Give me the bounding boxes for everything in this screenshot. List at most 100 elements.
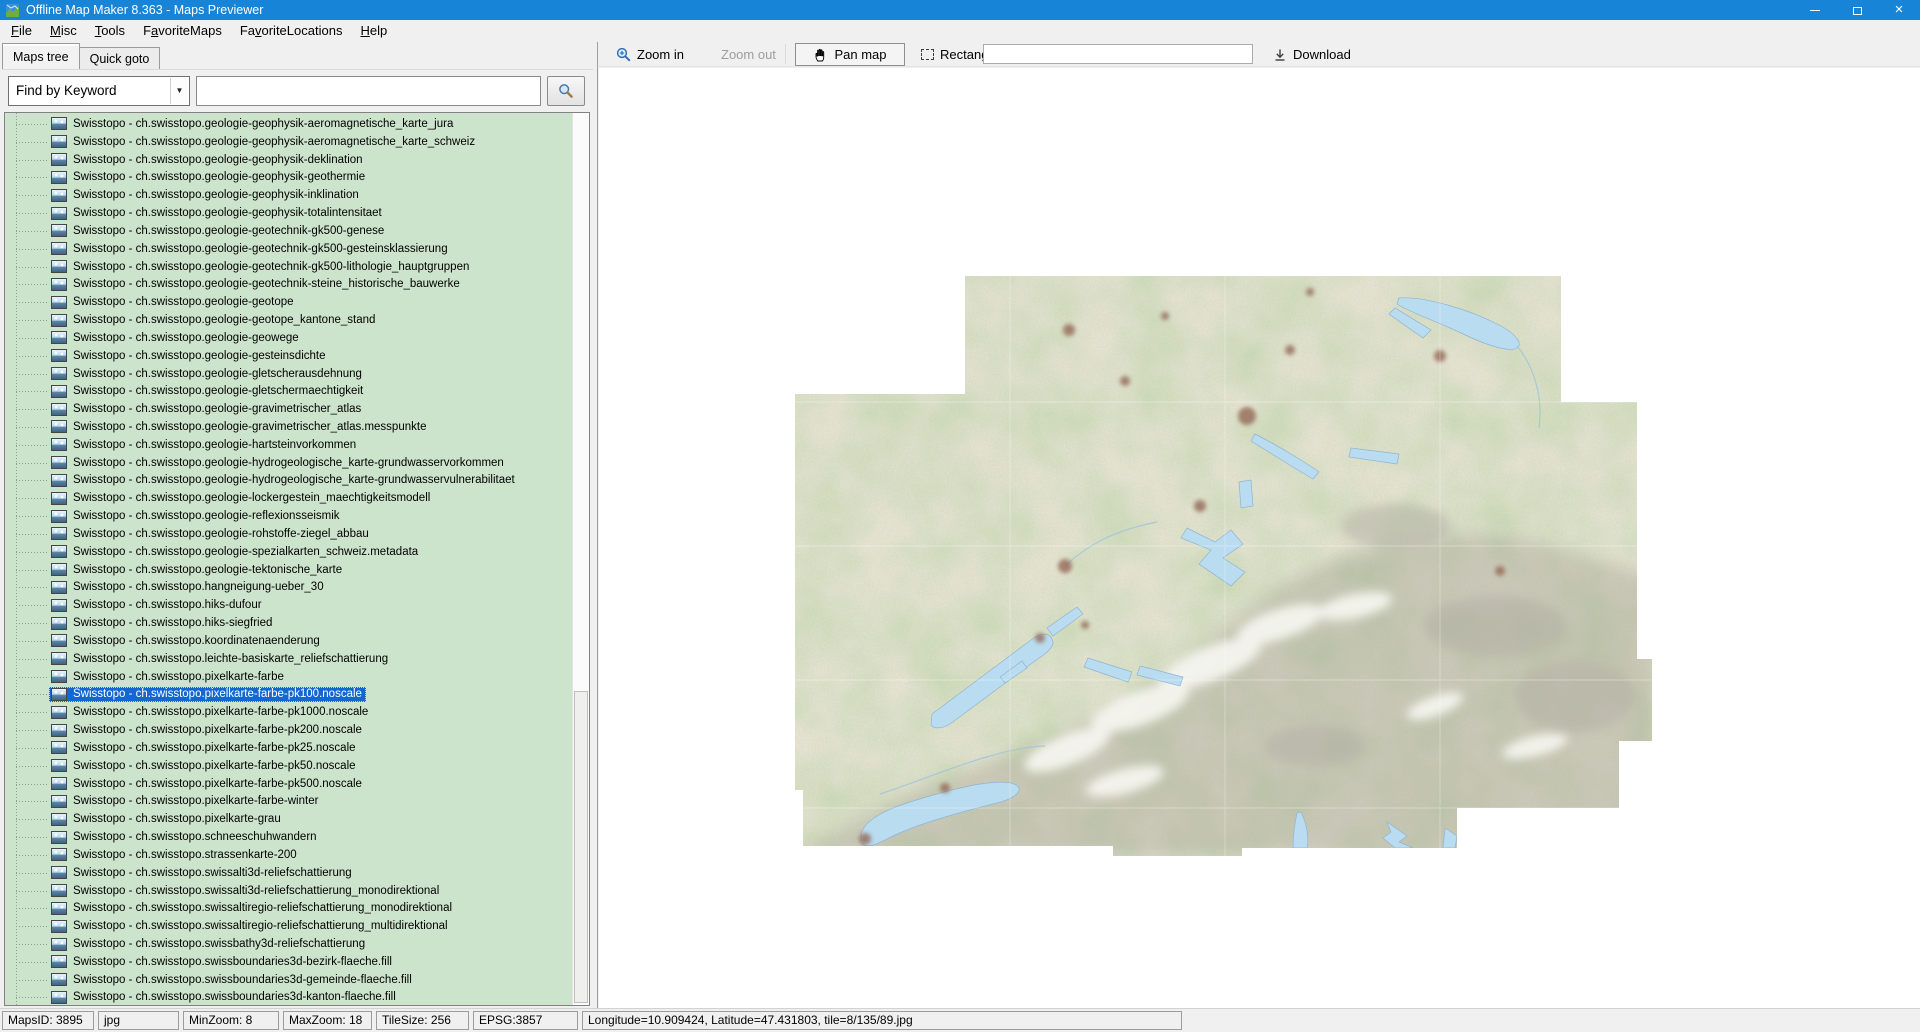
tree-item[interactable]: Swisstopo - ch.swisstopo.swissboundaries…: [5, 971, 571, 989]
tab-quick-goto[interactable]: Quick goto: [80, 47, 161, 69]
tree-item[interactable]: Swisstopo - ch.swisstopo.swissalti3d-rel…: [5, 864, 571, 882]
download-button[interactable]: Download: [1273, 44, 1351, 65]
menu-tools[interactable]: Tools: [86, 21, 134, 41]
tree-item[interactable]: Swisstopo - ch.swisstopo.swissalti3d-rel…: [5, 882, 571, 900]
tree-item-label: Swisstopo - ch.swisstopo.pixelkarte-farb…: [73, 688, 362, 700]
tree-item-label: Swisstopo - ch.swisstopo.geologie-gestei…: [73, 350, 326, 362]
tree-item[interactable]: Swisstopo - ch.swisstopo.koordinatenaend…: [5, 632, 571, 650]
tree-item[interactable]: Swisstopo - ch.swisstopo.geologie-hydrog…: [5, 472, 571, 490]
tree-item[interactable]: Swisstopo - ch.swisstopo.hangneigung-ueb…: [5, 579, 571, 597]
tree-item-label: Swisstopo - ch.swisstopo.geologie-geophy…: [73, 118, 453, 130]
tree-item[interactable]: Swisstopo - ch.swisstopo.pixelkarte-farb…: [5, 668, 571, 686]
tree-item[interactable]: Swisstopo - ch.swisstopo.geologie-rohsto…: [5, 525, 571, 543]
tree-item[interactable]: Swisstopo - ch.swisstopo.strassenkarte-2…: [5, 846, 571, 864]
tree-item[interactable]: Swisstopo - ch.swisstopo.geologie-geophy…: [5, 133, 571, 151]
tree-item[interactable]: Swisstopo - ch.swisstopo.pixelkarte-farb…: [5, 703, 571, 721]
tree-scrollbar-thumb[interactable]: [574, 691, 588, 1003]
tree-item[interactable]: Swisstopo - ch.swisstopo.geologie-geoweg…: [5, 329, 571, 347]
tree-item[interactable]: Swisstopo - ch.swisstopo.geologie-geophy…: [5, 168, 571, 186]
tree-item[interactable]: Swisstopo - ch.swisstopo.geologie-gravim…: [5, 418, 571, 436]
map-layer-icon: [51, 510, 67, 523]
tree-item[interactable]: Swisstopo - ch.swisstopo.geologie-gletsc…: [5, 382, 571, 400]
tree-item[interactable]: Swisstopo - ch.swisstopo.geologie-geotop…: [5, 293, 571, 311]
minimize-button[interactable]: [1794, 0, 1836, 20]
map-layer-icon: [51, 670, 67, 683]
zoom-out-button: Zoom out: [721, 44, 776, 65]
map-layer-icon: [51, 884, 67, 897]
zoom-in-icon: [616, 47, 631, 62]
tree-item[interactable]: Swisstopo - ch.swisstopo.swissbathy3d-re…: [5, 935, 571, 953]
tree-item[interactable]: Swisstopo - ch.swisstopo.swissaltiregio-…: [5, 917, 571, 935]
tree-item[interactable]: Swisstopo - ch.swisstopo.geologie-geophy…: [5, 115, 571, 133]
restore-icon: [1853, 7, 1862, 15]
coordinate-input[interactable]: [983, 44, 1253, 64]
tree-item[interactable]: Swisstopo - ch.swisstopo.geologie-geotec…: [5, 258, 571, 276]
tree-item[interactable]: Swisstopo - ch.swisstopo.geologie-gestei…: [5, 347, 571, 365]
tab-maps-tree[interactable]: Maps tree: [2, 43, 80, 69]
close-button[interactable]: ×: [1878, 0, 1920, 20]
map-layer-icon: [51, 902, 67, 915]
find-mode-select[interactable]: Find by Keyword ▼: [8, 76, 190, 106]
menu-favoritemaps[interactable]: FavoriteMaps: [134, 21, 231, 41]
tree-item[interactable]: Swisstopo - ch.swisstopo.geologie-geotec…: [5, 222, 571, 240]
tree-item[interactable]: Swisstopo - ch.swisstopo.geologie-reflex…: [5, 507, 571, 525]
tree-item[interactable]: Swisstopo - ch.swisstopo.geologie-geotop…: [5, 311, 571, 329]
tree-item-label: Swisstopo - ch.swisstopo.geologie-geophy…: [73, 154, 363, 166]
map-layer-icon: [51, 973, 67, 986]
menu-bar: FileMiscToolsFavoriteMapsFavoriteLocatio…: [0, 20, 1920, 42]
tree-item-label: Swisstopo - ch.swisstopo.geologie-spezia…: [73, 546, 418, 558]
tree-item[interactable]: Swisstopo - ch.swisstopo.geologie-geophy…: [5, 186, 571, 204]
tree-item[interactable]: Swisstopo - ch.swisstopo.geologie-hydrog…: [5, 454, 571, 472]
tree-item[interactable]: Swisstopo - ch.swisstopo.geologie-spezia…: [5, 543, 571, 561]
tree-item[interactable]: Swisstopo - ch.swisstopo.schneeschuhwand…: [5, 828, 571, 846]
tree-item[interactable]: Swisstopo - ch.swisstopo.swissaltiregio-…: [5, 899, 571, 917]
restore-button[interactable]: [1836, 0, 1878, 20]
map-layer-icon: [51, 795, 67, 808]
map-layer-icon: [51, 634, 67, 647]
tree-item[interactable]: Swisstopo - ch.swisstopo.geologie-gravim…: [5, 400, 571, 418]
tree-item[interactable]: Swisstopo - ch.swisstopo.geologie-locker…: [5, 489, 571, 507]
tree-item-label: Swisstopo - ch.swisstopo.geologie-gravim…: [73, 403, 361, 415]
tree-item[interactable]: Swisstopo - ch.swisstopo.geologie-hartst…: [5, 436, 571, 454]
tree-item[interactable]: Swisstopo - ch.swisstopo.pixelkarte-farb…: [5, 686, 571, 704]
zoom-in-button[interactable]: Zoom in: [616, 44, 684, 65]
menu-favoritelocations[interactable]: FavoriteLocations: [231, 21, 352, 41]
tree-item[interactable]: Swisstopo - ch.swisstopo.pixelkarte-farb…: [5, 775, 571, 793]
map-layer-icon: [51, 706, 67, 719]
map-layer-icon: [51, 474, 67, 487]
tree-item[interactable]: Swisstopo - ch.swisstopo.pixelkarte-grau: [5, 810, 571, 828]
tree-item[interactable]: Swisstopo - ch.swisstopo.pixelkarte-farb…: [5, 757, 571, 775]
tree-item[interactable]: Swisstopo - ch.swisstopo.geologie-geotec…: [5, 240, 571, 258]
search-button[interactable]: [547, 76, 585, 106]
map-layer-icon: [51, 171, 67, 184]
tree-item[interactable]: Swisstopo - ch.swisstopo.swissboundaries…: [5, 953, 571, 971]
offline-map-maker-window: { "window": { "title": "Offline Map Make…: [0, 0, 1920, 1032]
tree-item[interactable]: Swisstopo - ch.swisstopo.geologie-tekton…: [5, 561, 571, 579]
tree-item[interactable]: Swisstopo - ch.swisstopo.hiks-siegfried: [5, 614, 571, 632]
tree-item[interactable]: Swisstopo - ch.swisstopo.geologie-geophy…: [5, 151, 571, 169]
menu-misc[interactable]: Misc: [41, 21, 86, 41]
switzerland-topo-map-mosaic[interactable]: [795, 276, 1655, 856]
tab-strip: Maps tree Quick goto: [2, 43, 160, 69]
tree-item[interactable]: Swisstopo - ch.swisstopo.pixelkarte-farb…: [5, 792, 571, 810]
tree-scrollbar[interactable]: [572, 113, 589, 1005]
tree-item[interactable]: Swisstopo - ch.swisstopo.leichte-basiska…: [5, 650, 571, 668]
search-input[interactable]: [196, 76, 541, 106]
map-layer-icon: [51, 617, 67, 630]
menu-help[interactable]: Help: [351, 21, 396, 41]
map-layer-icon: [51, 224, 67, 237]
tree-item[interactable]: Swisstopo - ch.swisstopo.pixelkarte-farb…: [5, 721, 571, 739]
maps-tree: Swisstopo - ch.swisstopo.geologie-geophy…: [4, 112, 590, 1006]
tree-item-label: Swisstopo - ch.swisstopo.geologie-geoweg…: [73, 332, 299, 344]
tree-item[interactable]: Swisstopo - ch.swisstopo.swissboundaries…: [5, 989, 571, 1006]
tree-item[interactable]: Swisstopo - ch.swisstopo.hiks-dufour: [5, 596, 571, 614]
pan-map-button[interactable]: Pan map: [795, 43, 905, 66]
menu-file[interactable]: File: [2, 21, 41, 41]
tree-item-label: Swisstopo - ch.swisstopo.geologie-reflex…: [73, 510, 340, 522]
tree-item[interactable]: Swisstopo - ch.swisstopo.pixelkarte-farb…: [5, 739, 571, 757]
tree-item[interactable]: Swisstopo - ch.swisstopo.geologie-geotec…: [5, 275, 571, 293]
tree-item[interactable]: Swisstopo - ch.swisstopo.geologie-geophy…: [5, 204, 571, 222]
status-min-zoom: MinZoom: 8: [183, 1011, 279, 1030]
tree-item[interactable]: Swisstopo - ch.swisstopo.geologie-gletsc…: [5, 365, 571, 383]
chevron-down-icon[interactable]: ▼: [170, 78, 188, 104]
